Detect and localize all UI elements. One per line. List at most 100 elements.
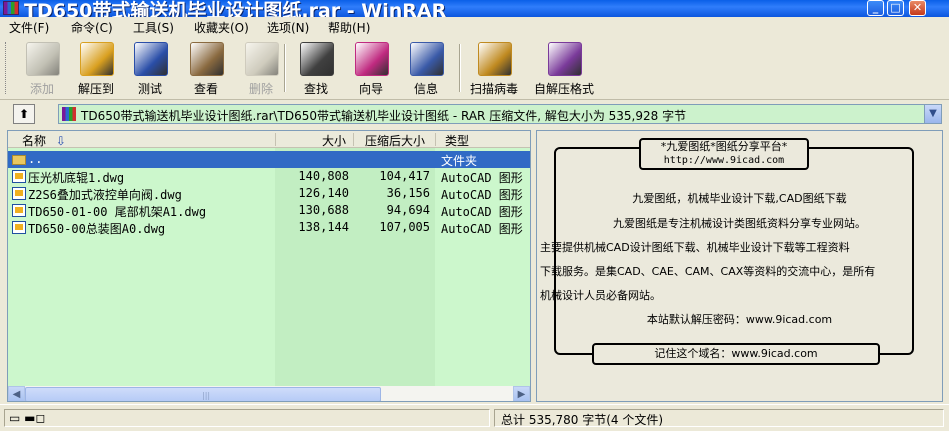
file-size: 126,140 — [298, 186, 349, 200]
test-label: 测试 — [137, 82, 162, 96]
file-name: .. — [28, 152, 43, 166]
add-books-icon — [26, 42, 60, 76]
extract-folder-icon — [80, 42, 114, 76]
scroll-left-button[interactable]: ◀ — [8, 386, 25, 401]
dwg-file-icon — [12, 170, 26, 183]
status-left-panel: ▭ ▬◻ — [4, 409, 490, 427]
comment-line: 九爱图纸是专注机械设计类图纸资料分享专业网站。 — [613, 217, 866, 230]
delete-icon — [245, 42, 279, 76]
file-type: AutoCAD 图形 — [441, 171, 523, 185]
menu-options[interactable]: 选项(N) — [267, 19, 309, 36]
file-name: TD650-01-00 尾部机架A1.dwg — [28, 205, 207, 219]
up-folder-button[interactable]: ⬆ — [13, 104, 35, 124]
folder-icon — [12, 155, 26, 165]
toolbar: 添加 解压到 测试 查看 删除 查找 向导 信息 扫描病毒 自解压格式 — [0, 36, 949, 100]
comment-line: 主要提供机械CAD设计图纸下载、机械毕业设计下载等工程资料 — [540, 241, 850, 254]
table-row[interactable]: 压光机底辊1.dwg 140,808 104,417 AutoCAD 图形 — [8, 168, 530, 185]
file-packed-size: 36,156 — [386, 186, 430, 200]
file-name: TD650-00总装图A0.dwg — [28, 222, 166, 236]
wizard-button[interactable]: 向导 — [345, 40, 397, 96]
menu-file[interactable]: 文件(F) — [9, 19, 49, 36]
sfx-icon — [548, 42, 582, 76]
column-name-label: 名称 — [22, 134, 47, 148]
table-row[interactable]: TD650-00总装图A0.dwg 138,144 107,005 AutoCA… — [8, 219, 530, 236]
column-divider[interactable] — [275, 133, 276, 146]
table-row[interactable]: TD650-01-00 尾部机架A1.dwg 130,688 94,694 Au… — [8, 202, 530, 219]
find-binoculars-icon — [300, 42, 334, 76]
minimize-button[interactable]: _ — [867, 0, 884, 16]
file-size: 130,688 — [298, 203, 349, 217]
horizontal-scrollbar[interactable]: ◀ ||| ▶ — [8, 386, 530, 401]
scroll-right-button[interactable]: ▶ — [513, 386, 530, 401]
table-row[interactable]: Z2S6叠加式液控单向阀.dwg 126,140 36,156 AutoCAD … — [8, 185, 530, 202]
scrollbar-thumb[interactable]: ||| — [25, 387, 381, 401]
comment-line: 本站默认解压密码：www.9icad.com — [646, 313, 833, 326]
address-path: TD650带式输送机毕业设计图纸.rar\TD650带式输送机毕业设计图纸 - … — [81, 109, 687, 123]
file-packed-size: 104,417 — [379, 169, 430, 183]
close-button[interactable]: ✕ — [909, 0, 926, 16]
comment-line: 机械设计人员必备网站。 — [540, 289, 661, 302]
title-bar[interactable]: TD650带式输送机毕业设计图纸.rar - WinRAR _ □ ✕ — [0, 0, 949, 22]
status-bar: ▭ ▬◻ 总计 535,780 字节(4 个文件) — [0, 404, 949, 431]
info-icon — [410, 42, 444, 76]
sfx-button[interactable]: 自解压格式 — [534, 40, 594, 96]
add-button[interactable]: 添加 — [16, 40, 68, 96]
toolbar-grip[interactable] — [5, 42, 8, 94]
file-size: 140,808 — [298, 169, 349, 183]
column-header-packed[interactable]: 压缩后大小 — [365, 132, 425, 149]
address-field[interactable]: TD650带式输送机毕业设计图纸.rar\TD650带式输送机毕业设计图纸 - … — [58, 104, 942, 124]
column-header-type[interactable]: 类型 — [445, 132, 469, 149]
column-divider[interactable] — [435, 133, 436, 146]
scrollbar-grip: ||| — [202, 391, 211, 400]
file-type: AutoCAD 图形 — [441, 188, 523, 202]
file-size: 138,144 — [298, 220, 349, 234]
test-icon — [134, 42, 168, 76]
menu-commands[interactable]: 命令(C) — [71, 19, 113, 36]
file-list[interactable]: 名称 ⇩ 大小 压缩后大小 类型 .. 文件夹 压光机底辊1.dwg 140,8… — [7, 130, 531, 402]
comment-header-box: *九爱图纸*图纸分享平台* http://www.9icad.com — [639, 138, 809, 170]
delete-button[interactable]: 删除 — [235, 40, 287, 96]
menu-favorites[interactable]: 收藏夹(O) — [194, 19, 249, 36]
file-type: AutoCAD 图形 — [441, 205, 523, 219]
view-button[interactable]: 查看 — [180, 40, 232, 96]
comment-header-title: *九爱图纸*图纸分享平台* — [660, 140, 788, 153]
maximize-button[interactable]: □ — [887, 0, 904, 16]
address-dropdown-button[interactable]: ▼ — [924, 105, 941, 123]
comment-footer-box: 记住这个域名：www.9icad.com — [592, 343, 880, 365]
menu-tools[interactable]: 工具(S) — [133, 19, 174, 36]
wizard-icon — [355, 42, 389, 76]
file-name: Z2S6叠加式液控单向阀.dwg — [28, 188, 182, 202]
drive-key-icon[interactable]: ▭ ▬◻ — [9, 411, 45, 425]
status-total: 总计 535,780 字节(4 个文件) — [501, 413, 664, 427]
list-header: 名称 ⇩ 大小 压缩后大小 类型 — [8, 131, 530, 149]
column-divider[interactable] — [353, 133, 354, 146]
column-header-size[interactable]: 大小 — [322, 132, 346, 149]
dwg-file-icon — [12, 204, 26, 217]
dwg-file-icon — [12, 221, 26, 234]
virus-scan-icon — [478, 42, 512, 76]
view-glasses-icon — [190, 42, 224, 76]
comment-line: 下载服务。是集CAD、CAE、CAM、CAX等资料的交流中心，是所有 — [540, 265, 876, 278]
virus-scan-label: 扫描病毒 — [469, 82, 518, 96]
sfx-label: 自解压格式 — [533, 82, 594, 96]
virus-scan-button[interactable]: 扫描病毒 — [468, 40, 520, 96]
info-label: 信息 — [413, 82, 438, 96]
column-header-name[interactable]: 名称 ⇩ — [22, 132, 66, 149]
file-packed-size: 94,694 — [386, 203, 430, 217]
file-type: AutoCAD 图形 — [441, 222, 523, 236]
comment-line: 九爱图纸，机械毕业设计下载,CAD图纸下载 — [632, 192, 847, 205]
address-bar: ⬆ TD650带式输送机毕业设计图纸.rar\TD650带式输送机毕业设计图纸 … — [0, 101, 949, 127]
dwg-file-icon — [12, 187, 26, 200]
archive-comment-pane: *九爱图纸*图纸分享平台* http://www.9icad.com 九爱图纸，… — [536, 130, 943, 402]
test-button[interactable]: 测试 — [124, 40, 176, 96]
find-button[interactable]: 查找 — [290, 40, 342, 96]
table-row[interactable]: .. 文件夹 — [8, 151, 530, 168]
file-name: 压光机底辊1.dwg — [28, 171, 125, 185]
file-type: 文件夹 — [441, 154, 478, 168]
menu-help[interactable]: 帮助(H) — [328, 19, 370, 36]
sort-arrow-icon: ⇩ — [55, 134, 66, 148]
extract-to-button[interactable]: 解压到 — [70, 40, 122, 96]
menu-bar: 文件(F) 命令(C) 工具(S) 收藏夹(O) 选项(N) 帮助(H) — [0, 17, 949, 36]
info-button[interactable]: 信息 — [400, 40, 452, 96]
winrar-app-icon[interactable] — [3, 1, 19, 15]
